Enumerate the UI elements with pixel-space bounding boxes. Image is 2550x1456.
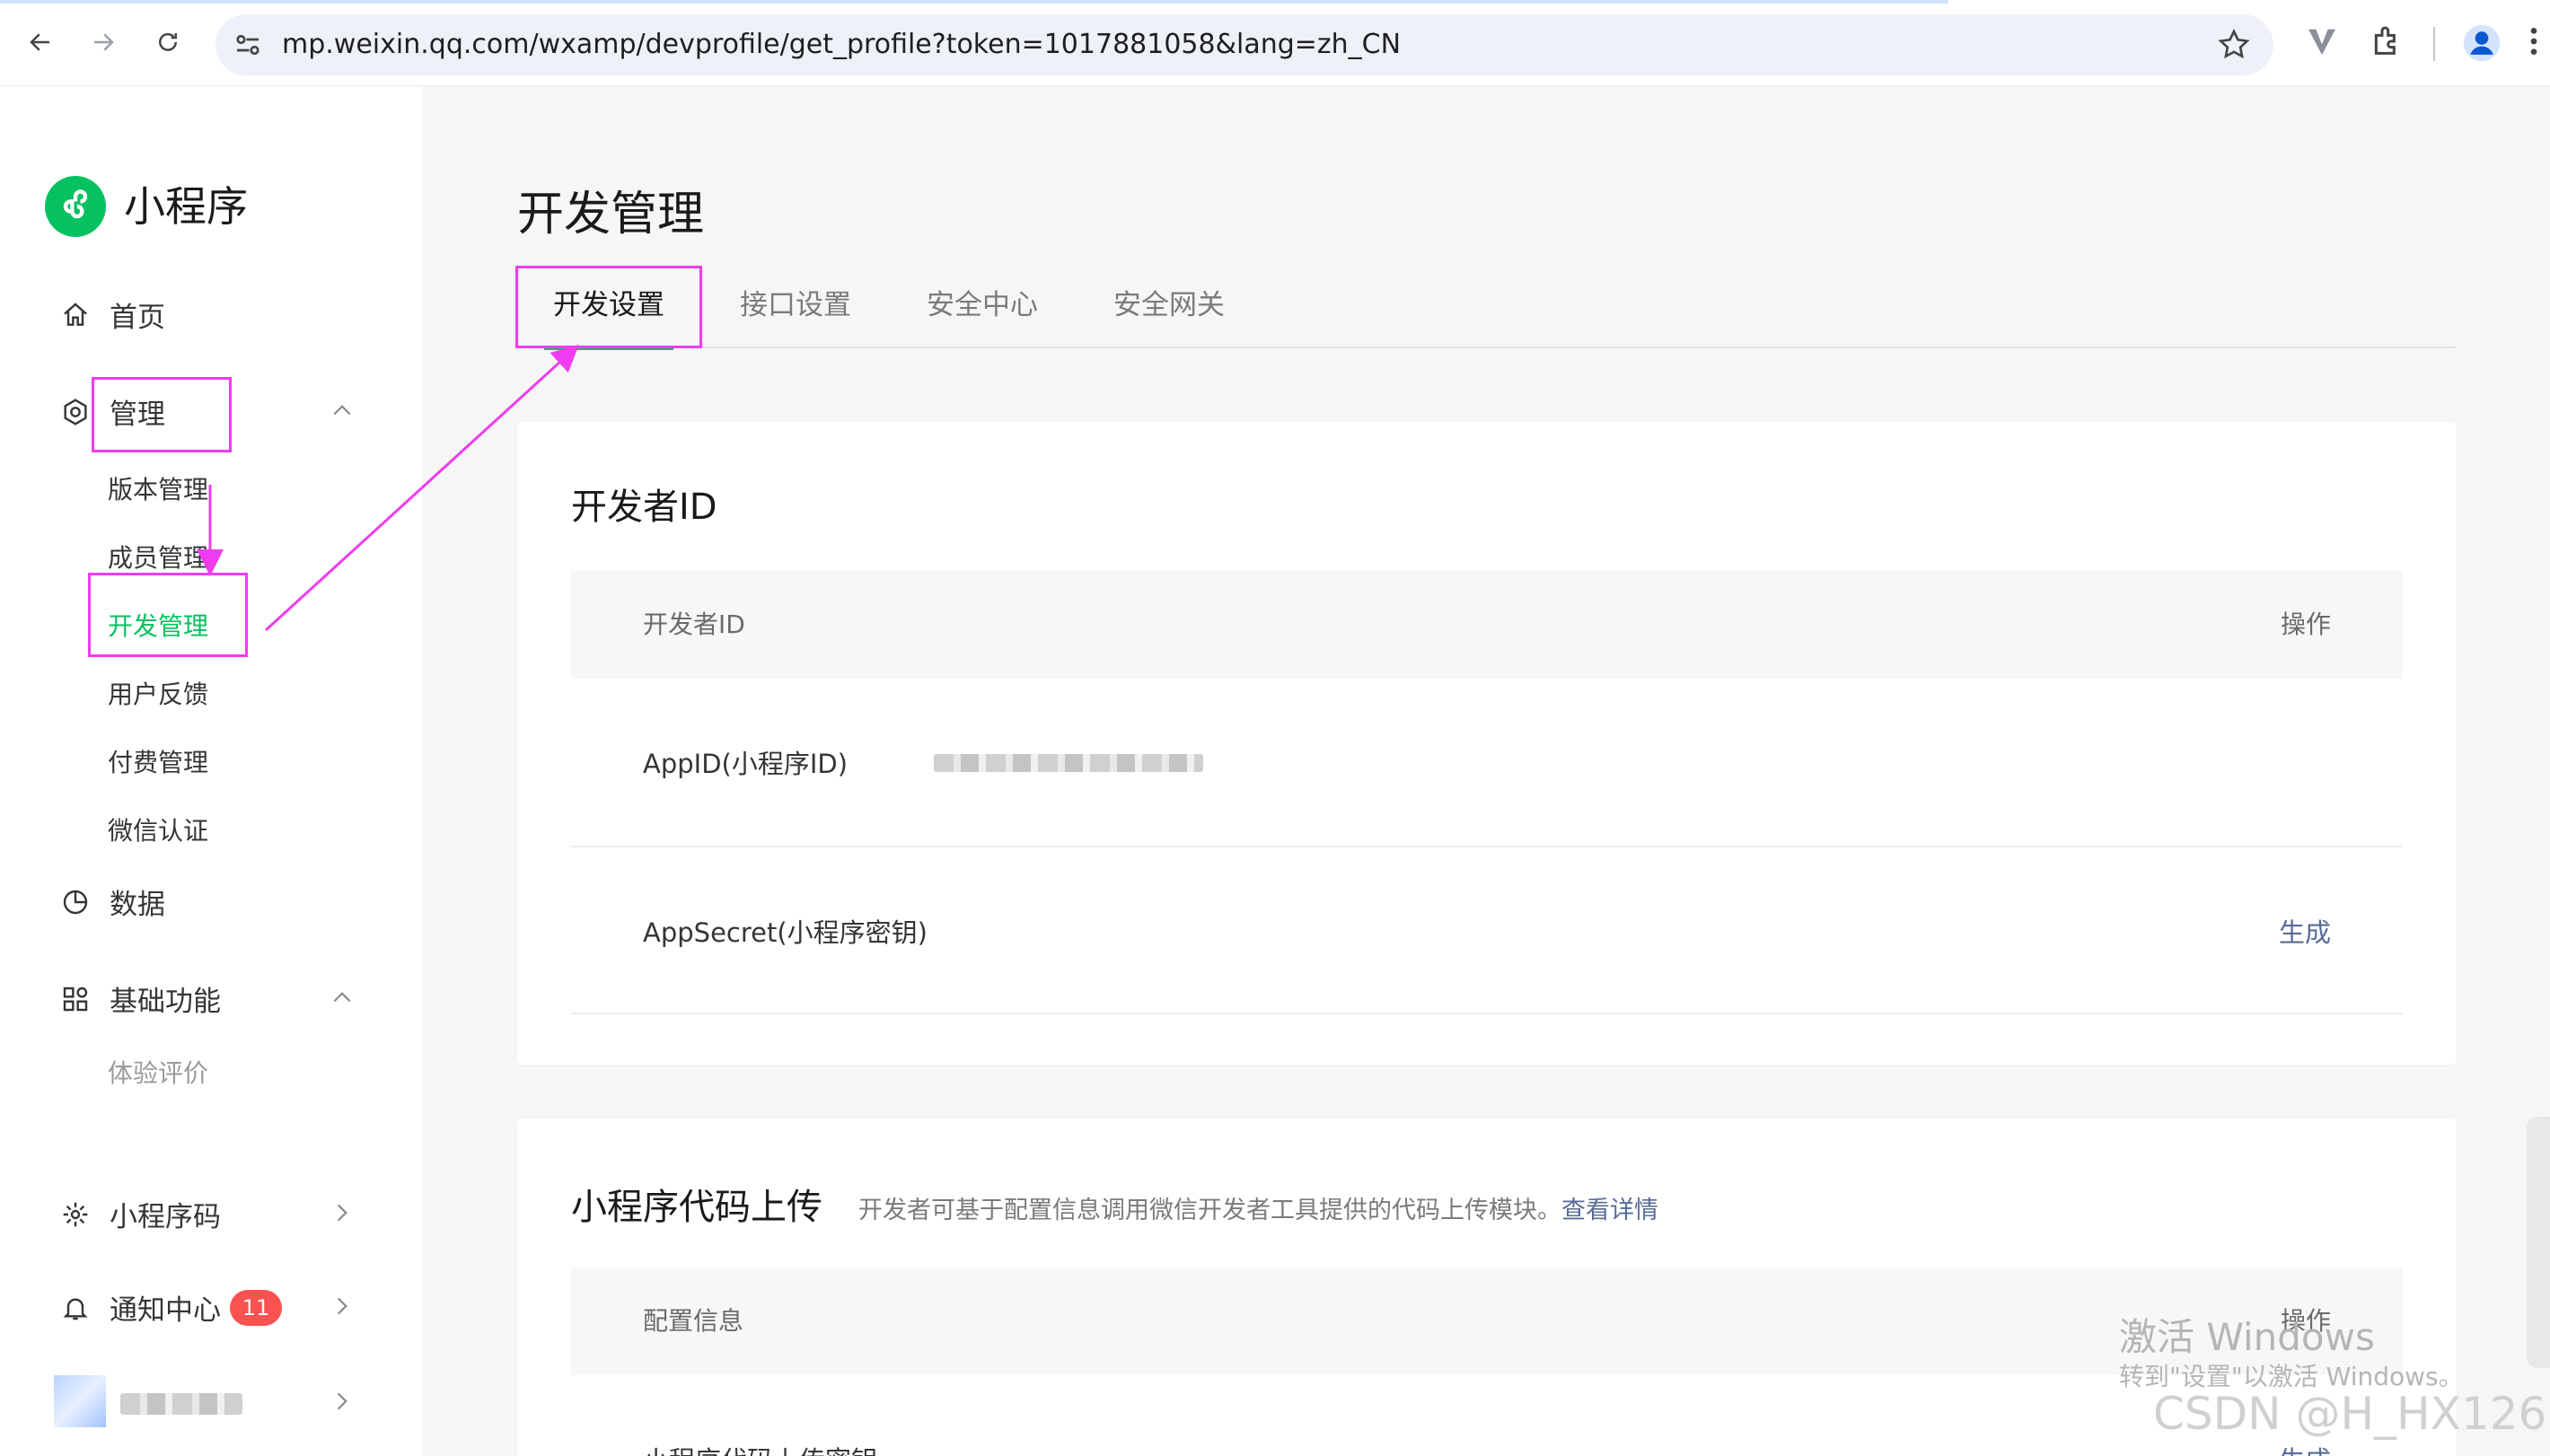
- csdn-watermark: CSDN @H_HX126: [2153, 1388, 2547, 1440]
- bell-icon: [59, 1292, 92, 1324]
- generate-upload-key-link[interactable]: 生成: [2279, 1440, 2331, 1456]
- card-title: 开发者ID: [571, 487, 717, 528]
- chevron-up-icon[interactable]: [329, 397, 356, 424]
- tab-security-gateway[interactable]: 安全网关: [1113, 262, 1225, 348]
- bookmark-star-icon[interactable]: [2216, 27, 2252, 63]
- tab-strip-edge: [0, 0, 1948, 4]
- sidebar-sub-wechat-auth[interactable]: 微信认证: [108, 811, 208, 847]
- column-header-id: 开发者ID: [643, 610, 745, 639]
- logo-text: 小程序: [124, 182, 248, 231]
- column-header-config: 配置信息: [643, 1306, 744, 1336]
- sidebar-sub-version[interactable]: 版本管理: [108, 470, 208, 506]
- site-settings-icon[interactable]: [232, 29, 264, 61]
- chevron-up-icon[interactable]: [329, 984, 356, 1011]
- sidebar-sub-feedback[interactable]: 用户反馈: [108, 675, 208, 711]
- sidebar: 小程序 首页 管理 版本管理 成员管理 开发管理 用户反馈 付费管理 微信认证 …: [0, 86, 422, 1456]
- floating-side-widget[interactable]: [2527, 1117, 2550, 1368]
- sidebar-item-label: 基础功能: [110, 986, 221, 1018]
- sidebar-item-qrcode[interactable]: 小程序码: [59, 1194, 221, 1234]
- notification-count-badge: 11: [230, 1289, 282, 1326]
- card-title: 小程序代码上传: [571, 1187, 822, 1228]
- extension-v-icon[interactable]: [2304, 23, 2340, 59]
- qrcode-sun-icon: [59, 1198, 92, 1231]
- annotation-box-dev-settings-tab: [515, 266, 702, 348]
- annotation-box-manage: [92, 377, 232, 452]
- sidebar-item-home[interactable]: 首页: [59, 294, 165, 335]
- sidebar-sub-payment[interactable]: 付费管理: [108, 743, 208, 779]
- chevron-right-icon[interactable]: [329, 1293, 356, 1320]
- sidebar-item-label: 首页: [110, 302, 165, 334]
- profile-avatar-icon[interactable]: [2462, 23, 2502, 63]
- pie-chart-icon: [59, 886, 92, 918]
- forward-button[interactable]: [81, 20, 126, 65]
- main-content: 开发管理 开发设置 接口设置 安全中心 安全网关 开发者ID 开发者ID 操作 …: [422, 86, 2550, 1456]
- column-header-action: 操作: [2280, 610, 2331, 639]
- table-header: 开发者ID 操作: [571, 571, 2403, 679]
- tab-api-settings[interactable]: 接口设置: [740, 262, 851, 348]
- annotation-box-dev-manage: [88, 573, 248, 657]
- appid-value-masked: [934, 754, 1203, 772]
- upload-key-label: 小程序代码上传密钥: [643, 1440, 877, 1456]
- tab-bar: 开发设置 接口设置 安全中心 安全网关: [517, 262, 2457, 350]
- back-arrow-icon: [30, 33, 49, 51]
- table-row: AppSecret(小程序密钥) 生成: [571, 847, 2403, 1014]
- browser-menu-icon[interactable]: [2525, 23, 2543, 59]
- url-text[interactable]: mp.weixin.qq.com/wxamp/devprofile/get_pr…: [282, 14, 1401, 75]
- forward-arrow-icon: [94, 33, 114, 51]
- sidebar-item-basic[interactable]: 基础功能: [59, 978, 221, 1019]
- address-bar[interactable]: mp.weixin.qq.com/wxamp/devprofile/get_pr…: [215, 14, 2273, 75]
- toolbar-divider: [2433, 27, 2435, 61]
- browser-toolbar: mp.weixin.qq.com/wxamp/devprofile/get_pr…: [0, 0, 2550, 86]
- page-title: 开发管理: [517, 188, 705, 241]
- settings-hexagon-icon: [59, 396, 92, 428]
- appid-label: AppID(小程序ID): [643, 749, 849, 779]
- tab-security-center[interactable]: 安全中心: [927, 262, 1038, 348]
- sidebar-sub-members[interactable]: 成员管理: [108, 539, 208, 575]
- account-avatar[interactable]: [54, 1375, 106, 1427]
- appsecret-label: AppSecret(小程序密钥): [643, 917, 928, 948]
- sidebar-item-label: 数据: [110, 889, 165, 921]
- description-text: 开发者可基于配置信息调用微信开发者工具提供的代码上传模块。: [858, 1197, 1561, 1224]
- sidebar-item-label: 通知中心: [110, 1294, 221, 1327]
- chevron-right-icon[interactable]: [329, 1388, 356, 1415]
- sidebar-sub-experience[interactable]: 体验评价: [108, 1054, 208, 1090]
- extensions-puzzle-icon[interactable]: [2369, 23, 2405, 59]
- sidebar-item-label: 小程序码: [110, 1201, 221, 1233]
- chevron-right-icon[interactable]: [329, 1199, 356, 1226]
- back-button[interactable]: [18, 20, 63, 65]
- grid-apps-icon: [59, 983, 92, 1015]
- generate-secret-link[interactable]: 生成: [2279, 912, 2331, 950]
- reload-icon: [159, 32, 177, 51]
- card-description: 开发者可基于配置信息调用微信开发者工具提供的代码上传模块。查看详情: [858, 1190, 1658, 1225]
- sidebar-item-notify[interactable]: 通知中心 11: [59, 1287, 282, 1328]
- reload-button[interactable]: [145, 20, 190, 65]
- developer-id-card: 开发者ID 开发者ID 操作 AppID(小程序ID) AppSecret(小程…: [517, 422, 2457, 1065]
- windows-activation-title: 激活 Windows: [2119, 1315, 2375, 1359]
- home-icon: [59, 299, 92, 331]
- view-details-link[interactable]: 查看详情: [1561, 1197, 1658, 1224]
- table-row: AppID(小程序ID): [571, 679, 2403, 847]
- sidebar-item-data[interactable]: 数据: [59, 881, 165, 922]
- miniprogram-logo-icon: [45, 176, 106, 237]
- account-name-masked: [120, 1393, 242, 1415]
